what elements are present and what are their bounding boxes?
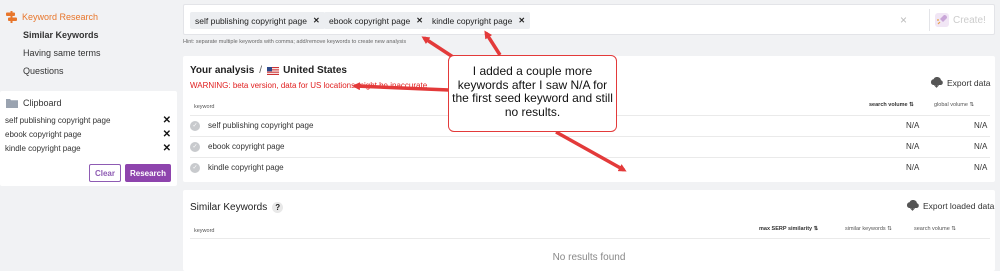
row-search-volume: N/A bbox=[906, 121, 920, 130]
check-icon: ✓ bbox=[190, 141, 200, 152]
sidebar-item-having-same-terms[interactable]: Having same terms bbox=[23, 48, 101, 58]
folder-icon bbox=[6, 99, 18, 108]
sort-icon: ⇅ bbox=[969, 102, 975, 108]
analysis-title: Your analysis / United States bbox=[190, 65, 347, 76]
row-global-volume: N/A bbox=[974, 121, 988, 130]
remove-icon[interactable]: ✕ bbox=[163, 143, 171, 154]
row-keyword: kindle copyright page bbox=[208, 163, 284, 172]
create-label: Create! bbox=[953, 14, 986, 26]
sidebar-item-questions[interactable]: Questions bbox=[23, 66, 64, 76]
remove-chip-icon[interactable]: ✕ bbox=[416, 16, 423, 25]
beta-warning: WARNING: beta version, data for US locat… bbox=[190, 81, 428, 90]
sort-icon: ⇅ bbox=[887, 226, 892, 232]
export-loaded-data-button[interactable]: Export loaded data bbox=[906, 200, 994, 211]
clipboard-item: ebook copyright page ✕ bbox=[5, 129, 171, 140]
row-global-volume: N/A bbox=[974, 163, 988, 172]
chip-label: ebook copyright page bbox=[329, 15, 411, 26]
sidebar-item-similar-keywords[interactable]: Similar Keywords bbox=[23, 30, 99, 40]
similar-keywords-title: Similar Keywords ? bbox=[190, 202, 284, 213]
sort-icon: ⇅ bbox=[909, 102, 914, 108]
check-icon: ✓ bbox=[190, 120, 200, 131]
column-label: similar keywords bbox=[845, 226, 886, 232]
clipboard-item: self publishing copyright page ✕ bbox=[5, 115, 171, 126]
table-row: ✓ kindle copyright page N/A N/A bbox=[190, 157, 990, 177]
column-header-search-volume[interactable]: search volume ⇅ bbox=[869, 102, 914, 108]
hint-text: Hint: separate multiple keywords with co… bbox=[183, 39, 407, 45]
signpost-icon bbox=[6, 11, 17, 23]
sort-icon: ⇅ bbox=[951, 226, 956, 232]
rocket-icon bbox=[935, 13, 949, 27]
row-keyword: ebook copyright page bbox=[208, 142, 285, 151]
row-global-volume: N/A bbox=[974, 142, 988, 151]
chip-label: kindle copyright page bbox=[432, 15, 513, 26]
remove-chip-icon[interactable]: ✕ bbox=[518, 16, 525, 25]
location-label: United States bbox=[283, 65, 347, 76]
export-data-button[interactable]: Export data bbox=[930, 77, 990, 88]
export-label: Export loaded data bbox=[923, 200, 995, 211]
title-separator: / bbox=[259, 65, 263, 76]
cloud-download-icon bbox=[930, 77, 943, 88]
check-icon: ✓ bbox=[190, 162, 200, 173]
keyword-chip: self publishing copyright page ✕ bbox=[190, 12, 325, 29]
analysis-title-label: Your analysis bbox=[190, 65, 255, 76]
create-button[interactable]: Create! bbox=[929, 9, 991, 31]
column-header-search-volume[interactable]: search volume ⇅ bbox=[914, 226, 956, 232]
clipboard-item-label: self publishing copyright page bbox=[5, 116, 111, 125]
row-search-volume: N/A bbox=[906, 142, 920, 151]
help-icon[interactable]: ? bbox=[272, 202, 284, 213]
sidebar: Keyword Research Similar Keywords Having… bbox=[0, 0, 177, 271]
column-label: global volume bbox=[934, 102, 968, 108]
table-row: ✓ ebook copyright page N/A N/A bbox=[190, 136, 990, 156]
remove-icon[interactable]: ✕ bbox=[163, 129, 171, 140]
row-search-volume: N/A bbox=[906, 163, 920, 172]
no-results-message: No results found bbox=[552, 252, 626, 263]
us-flag-icon bbox=[267, 66, 280, 75]
cloud-download-icon bbox=[906, 200, 919, 211]
column-header-global-volume[interactable]: global volume ⇅ bbox=[934, 102, 974, 108]
clear-button[interactable]: Clear bbox=[89, 164, 121, 182]
export-label: Export data bbox=[947, 77, 991, 88]
annotation-arrow bbox=[484, 30, 502, 56]
clipboard-title: Clipboard bbox=[23, 98, 62, 108]
remove-icon[interactable]: ✕ bbox=[163, 115, 171, 126]
divider bbox=[190, 238, 990, 239]
keyword-chip: ebook copyright page ✕ bbox=[324, 12, 428, 29]
clear-all-icon[interactable]: × bbox=[900, 13, 907, 27]
chip-label: self publishing copyright page bbox=[195, 15, 307, 26]
annotation-arrow bbox=[421, 36, 454, 59]
column-header-similar-keywords[interactable]: similar keywords ⇅ bbox=[845, 226, 892, 232]
column-label: search volume bbox=[914, 226, 950, 232]
remove-chip-icon[interactable]: ✕ bbox=[313, 16, 320, 25]
column-header-keyword: keyword bbox=[194, 228, 215, 234]
row-keyword: self publishing copyright page bbox=[208, 121, 314, 130]
column-header-keyword: keyword bbox=[194, 104, 215, 110]
clipboard-item: kindle copyright page ✕ bbox=[5, 143, 171, 154]
similar-title-label: Similar Keywords bbox=[190, 202, 268, 213]
clipboard-item-label: ebook copyright page bbox=[5, 130, 82, 139]
research-button[interactable]: Research bbox=[125, 164, 171, 182]
sort-icon: ⇅ bbox=[813, 226, 819, 232]
annotation-callout: I added a couple more keywords after I s… bbox=[448, 55, 617, 132]
keyword-input[interactable]: self publishing copyright page ✕ ebook co… bbox=[183, 4, 995, 35]
column-header-max-serp[interactable]: max SERP similarity ⇅ bbox=[759, 226, 818, 232]
clipboard-item-label: kindle copyright page bbox=[5, 144, 81, 153]
keyword-chip: kindle copyright page ✕ bbox=[427, 12, 531, 29]
sidebar-title: Keyword Research bbox=[22, 12, 99, 22]
sidebar-header[interactable]: Keyword Research bbox=[6, 11, 98, 23]
column-label: search volume bbox=[869, 102, 908, 108]
clipboard-header: Clipboard bbox=[6, 98, 62, 108]
column-label: max SERP similarity bbox=[759, 226, 813, 232]
similar-keywords-panel: Similar Keywords ? Export loaded data ke… bbox=[183, 190, 995, 271]
